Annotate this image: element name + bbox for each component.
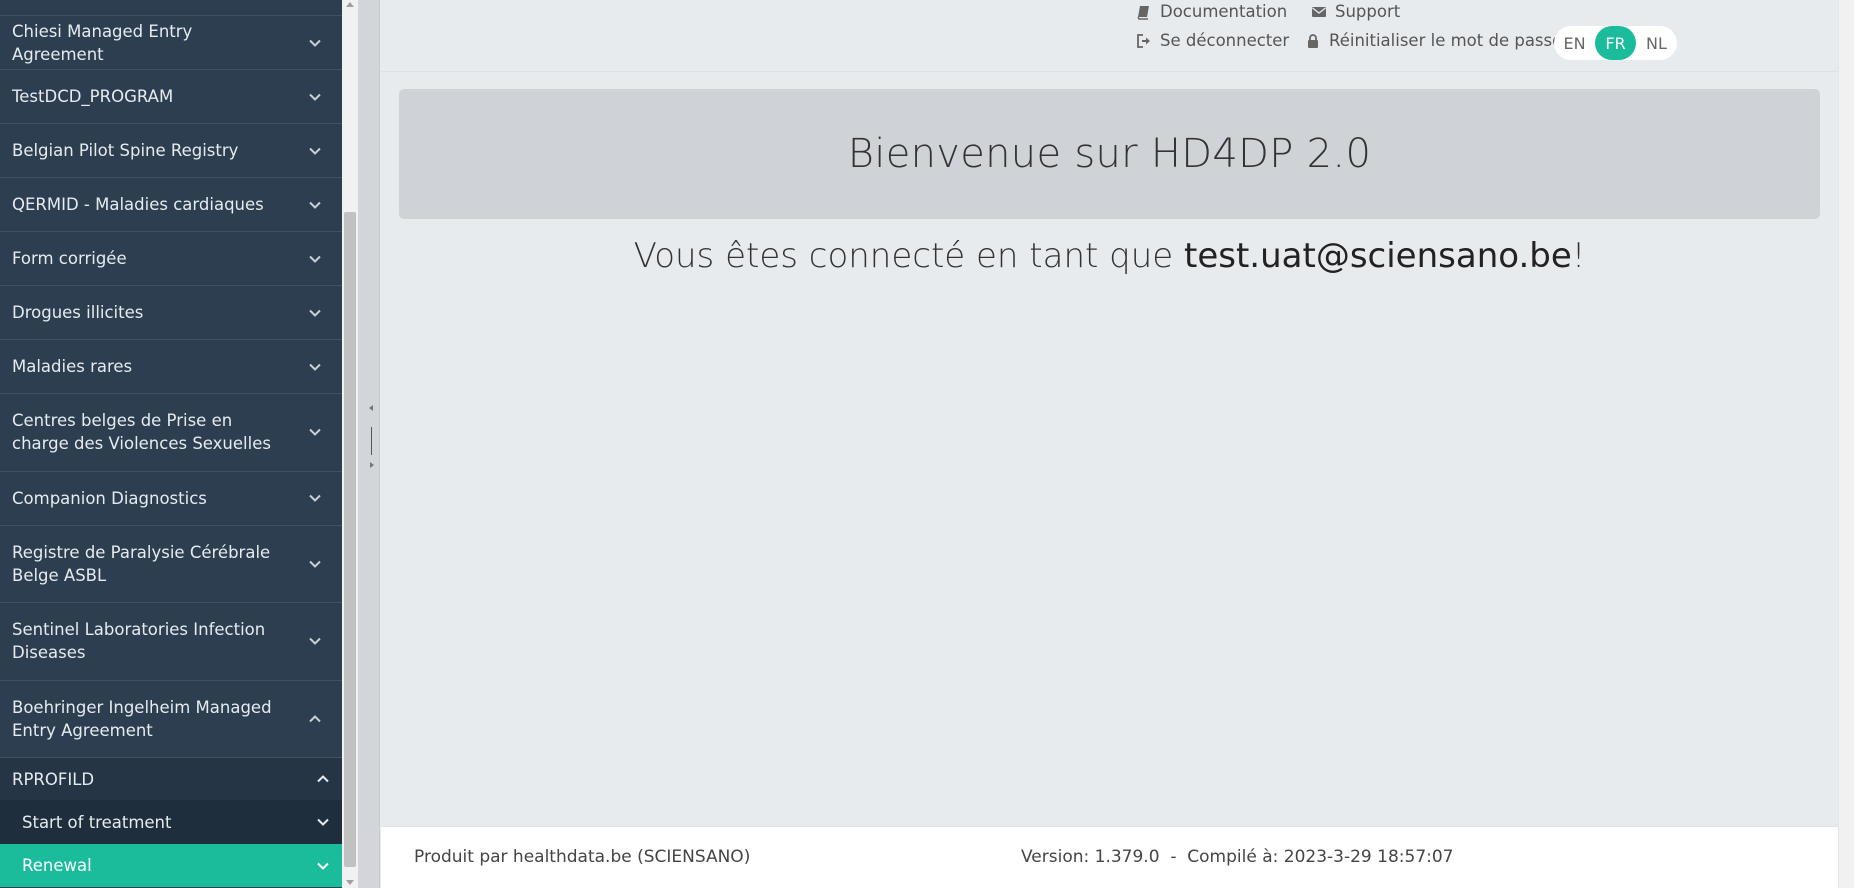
language-en-button[interactable]: EN bbox=[1554, 26, 1595, 60]
sidebar-item-label: Drogues illicites bbox=[12, 303, 144, 322]
chevron-down-icon bbox=[308, 306, 322, 320]
chevron-down-icon bbox=[308, 360, 322, 374]
top-bar: Documentation Support Se déconnecter Réi… bbox=[381, 0, 1838, 72]
version-text: Version: 1.379.0 - Compilé à: 2023-3-29 … bbox=[1021, 847, 1454, 867]
chevron-down-icon bbox=[308, 90, 322, 104]
sidebar-item-label: Centres belges de Prise en charge des Vi… bbox=[12, 411, 271, 454]
sidebar-item-label: Boehringer Ingelheim Managed Entry Agree… bbox=[12, 697, 272, 740]
sidebar-item-chiesi[interactable]: Chiesi Managed Entry Agreement bbox=[0, 16, 342, 70]
envelope-icon bbox=[1311, 4, 1327, 20]
sidebar-resize-handle[interactable] bbox=[358, 0, 380, 888]
expand-right-icon[interactable] bbox=[370, 462, 374, 468]
logout-label: Se déconnecter bbox=[1160, 31, 1290, 50]
sidebar-subitem-label: Renewal bbox=[22, 856, 92, 875]
chevron-down-icon bbox=[308, 557, 322, 571]
language-nl-button[interactable]: NL bbox=[1636, 26, 1677, 60]
lock-icon bbox=[1305, 33, 1321, 49]
connected-prefix: Vous êtes connecté en tant que bbox=[633, 236, 1185, 276]
chevron-down-icon bbox=[308, 425, 322, 439]
footer: Produit par healthdata.be (SCIENSANO) Ve… bbox=[381, 826, 1838, 888]
logout-link[interactable]: Se déconnecter bbox=[1136, 31, 1289, 50]
sidebar-scrollbar-thumb[interactable] bbox=[344, 212, 356, 867]
connected-suffix: ! bbox=[1571, 236, 1586, 276]
chevron-down-icon bbox=[308, 491, 322, 505]
support-label: Support bbox=[1335, 2, 1401, 21]
sidebar-item-paralysie-cerebrale[interactable]: Registre de Paralysie Cérébrale Belge AS… bbox=[0, 526, 342, 603]
chevron-down-icon bbox=[308, 144, 322, 158]
sidebar-item-maladies-rares[interactable]: Maladies rares bbox=[0, 340, 342, 394]
language-fr-button[interactable]: FR bbox=[1595, 26, 1636, 60]
sign-out-icon bbox=[1136, 33, 1152, 49]
support-link[interactable]: Support bbox=[1311, 2, 1400, 21]
sidebar-item-label: QERMID - Maladies cardiaques bbox=[12, 195, 264, 214]
chevron-down-icon bbox=[308, 198, 322, 212]
book-icon bbox=[1136, 4, 1152, 20]
sidebar-item-testdcd[interactable]: TestDCD_PROGRAM bbox=[0, 70, 342, 124]
sidebar-item-sentinel-laboratories[interactable]: Sentinel Laboratories Infection Diseases bbox=[0, 603, 342, 681]
reset-password-label: Réinitialiser le mot de passe bbox=[1329, 31, 1563, 50]
documentation-link[interactable]: Documentation bbox=[1136, 2, 1287, 21]
user-email: test.uat@sciensano.be bbox=[1184, 236, 1572, 276]
sidebar-item-label: Form corrigée bbox=[12, 249, 127, 268]
connected-as-text: Vous êtes connecté en tant que test.uat@… bbox=[381, 236, 1838, 276]
reset-password-link[interactable]: Réinitialiser le mot de passe bbox=[1305, 31, 1562, 50]
scroll-down-arrow-icon[interactable] bbox=[346, 880, 354, 885]
sidebar-scrollbar[interactable] bbox=[342, 0, 358, 888]
sidebar-top-strip bbox=[0, 0, 342, 16]
welcome-title: Bienvenue sur HD4DP 2.0 bbox=[847, 131, 1372, 177]
page-scrollbar[interactable] bbox=[1838, 0, 1854, 888]
collapse-left-icon[interactable] bbox=[369, 405, 373, 411]
sidebar-item-spine-registry[interactable]: Belgian Pilot Spine Registry bbox=[0, 124, 342, 178]
sidebar-subitem-rprofild[interactable]: RPROFILD bbox=[0, 758, 342, 800]
chevron-up-icon bbox=[316, 772, 330, 786]
sidebar-item-label: Belgian Pilot Spine Registry bbox=[12, 141, 239, 160]
chevron-down-icon bbox=[316, 859, 330, 873]
sidebar-subitem-label: RPROFILD bbox=[12, 769, 95, 789]
drag-grip-icon bbox=[371, 427, 372, 455]
sidebar-item-label: Companion Diagnostics bbox=[12, 488, 207, 508]
chevron-down-icon bbox=[316, 815, 330, 829]
sidebar-item-label: TestDCD_PROGRAM bbox=[12, 87, 174, 106]
welcome-banner: Bienvenue sur HD4DP 2.0 bbox=[399, 89, 1820, 219]
sidebar-item-drogues[interactable]: Drogues illicites bbox=[0, 286, 342, 340]
sidebar-item-qermid[interactable]: QERMID - Maladies cardiaques bbox=[0, 178, 342, 232]
chevron-down-icon bbox=[308, 634, 322, 648]
documentation-label: Documentation bbox=[1160, 2, 1288, 21]
chevron-up-icon bbox=[308, 712, 322, 726]
sidebar-item-label: Registre de Paralysie Cérébrale Belge AS… bbox=[12, 542, 271, 585]
chevron-down-icon bbox=[308, 252, 322, 266]
sidebar-subitem-start-of-treatment[interactable]: Start of treatment bbox=[0, 800, 342, 844]
sidebar-item-companion-diagnostics[interactable]: Companion Diagnostics bbox=[0, 472, 342, 526]
chevron-down-icon bbox=[308, 36, 322, 50]
sidebar: Chiesi Managed Entry Agreement TestDCD_P… bbox=[0, 0, 342, 888]
sidebar-item-label: Maladies rares bbox=[12, 357, 133, 376]
produced-by-text: Produit par healthdata.be (SCIENSANO) bbox=[414, 847, 751, 867]
main-content: Documentation Support Se déconnecter Réi… bbox=[381, 0, 1838, 888]
sidebar-subitem-renewal[interactable]: Renewal bbox=[0, 844, 342, 887]
sidebar-subitem-label: Start of treatment bbox=[22, 812, 172, 832]
sidebar-item-label: Chiesi Managed Entry Agreement bbox=[12, 21, 193, 64]
sidebar-item-boehringer[interactable]: Boehringer Ingelheim Managed Entry Agree… bbox=[0, 681, 342, 758]
sidebar-item-label: Sentinel Laboratories Infection Diseases bbox=[12, 620, 266, 663]
scroll-up-arrow-icon[interactable] bbox=[346, 2, 354, 7]
sidebar-item-violences-sexuelles[interactable]: Centres belges de Prise en charge des Vi… bbox=[0, 394, 342, 472]
language-switcher: EN FR NL bbox=[1554, 26, 1677, 60]
sidebar-item-form-corrigee[interactable]: Form corrigée bbox=[0, 232, 342, 286]
